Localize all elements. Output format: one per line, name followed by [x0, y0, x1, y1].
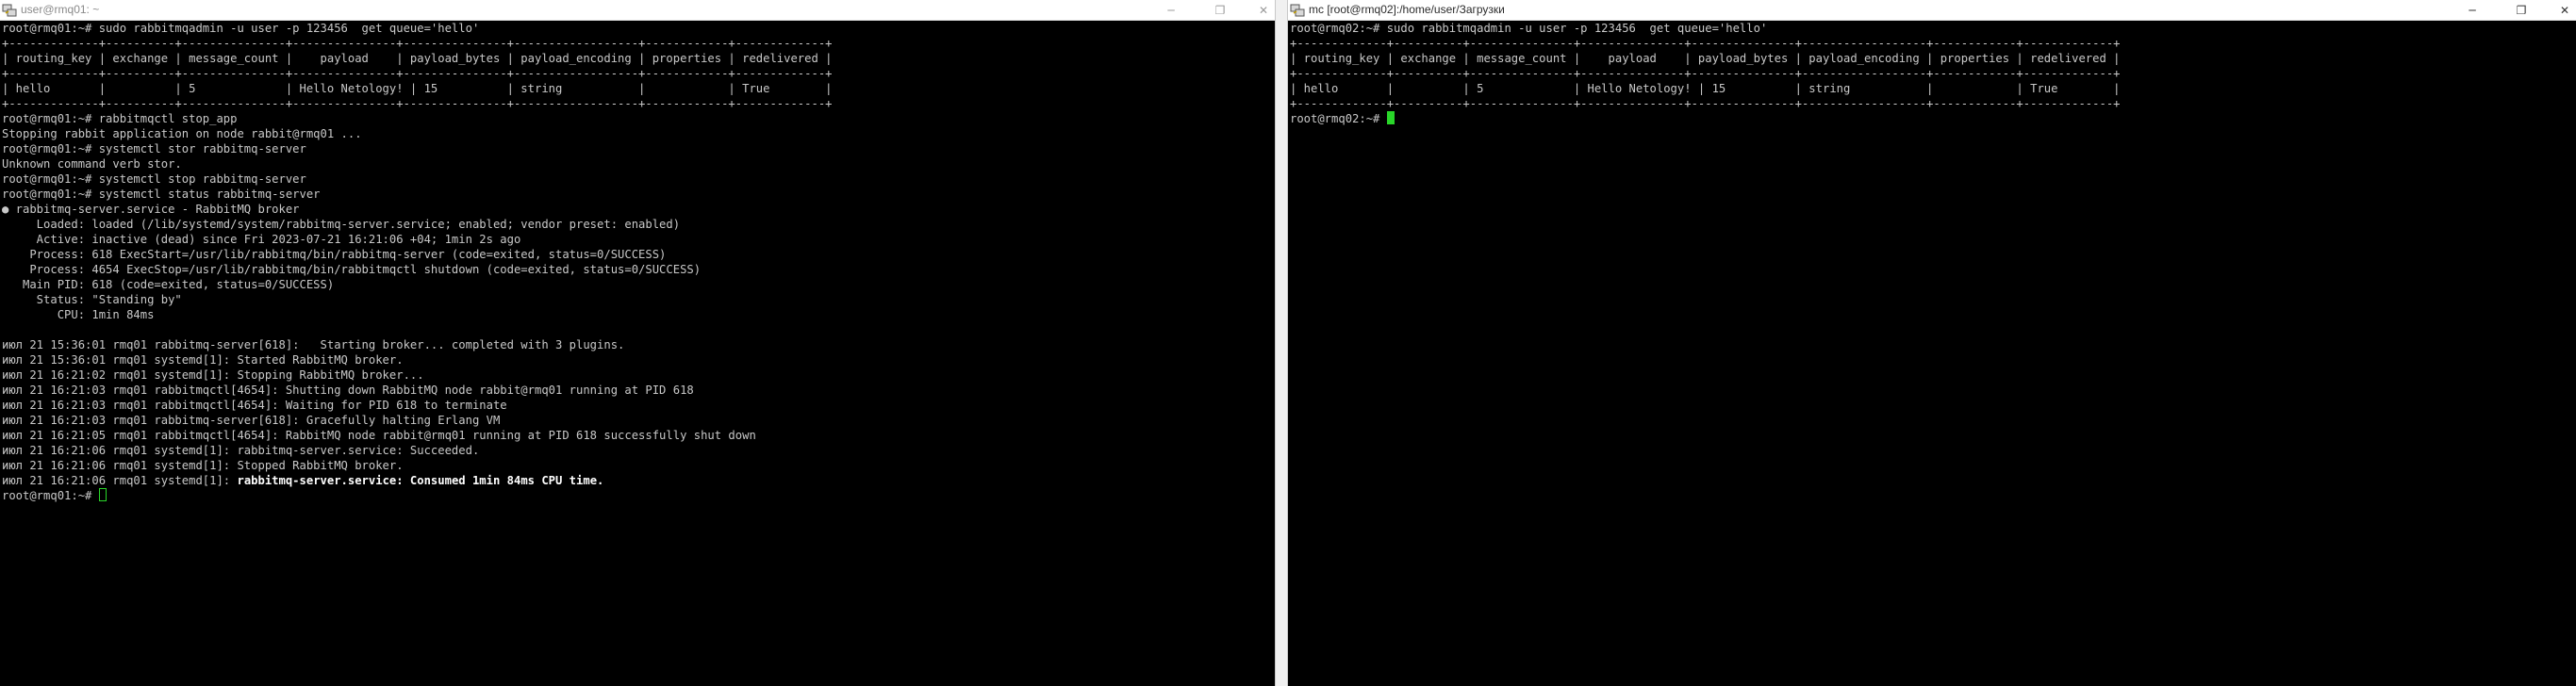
cursor — [98, 488, 107, 501]
terminal-line: июл 21 16:21:06 rmq01 systemd[1]: Stoppe… — [2, 459, 404, 472]
terminal-line: root@rmq02:~# sudo rabbitmqadmin -u user… — [1290, 22, 1768, 35]
terminal-output[interactable]: root@rmq01:~# sudo rabbitmqadmin -u user… — [0, 21, 1275, 686]
terminal-output[interactable]: root@rmq02:~# sudo rabbitmqadmin -u user… — [1288, 21, 2576, 686]
prompt: root@rmq02:~# — [1290, 112, 1387, 125]
maximize-button[interactable]: ❐ — [2508, 0, 2535, 21]
minimize-button[interactable]: ─ — [1158, 0, 1184, 21]
window-title: user@rmq01: ~ — [21, 3, 100, 16]
terminal-line: +-------------+----------+--------------… — [2, 37, 833, 50]
terminal-line: root@rmq01:~# systemctl stop rabbitmq-se… — [2, 172, 306, 186]
terminal-line: июл 21 16:21:06 rmq01 systemd[1]: rabbit… — [2, 444, 480, 457]
title-bar[interactable]: user@rmq01: ~ ─ ❐ ✕ — [0, 0, 1275, 21]
terminal-line: Active: inactive (dead) since Fri 2023-0… — [2, 233, 521, 246]
terminal-line: Loaded: loaded (/lib/systemd/system/rabb… — [2, 218, 681, 231]
terminal-line: +-------------+----------+--------------… — [1290, 37, 2121, 50]
terminal-line: CPU: 1min 84ms — [2, 308, 155, 321]
terminal-line: | hello | | 5 | Hello Netology! | 15 | s… — [2, 82, 833, 95]
terminal-line: +-------------+----------+--------------… — [1290, 67, 2121, 80]
putty-icon — [2, 4, 17, 17]
terminal-line: июл 21 16:21:06 rmq01 systemd[1]: rabbit… — [2, 473, 1275, 488]
close-button[interactable]: ✕ — [2551, 0, 2576, 21]
terminal-line: root@rmq01:~# rabbitmqctl stop_app — [2, 112, 238, 125]
close-button[interactable]: ✕ — [1250, 0, 1275, 21]
window-title: mc [root@rmq02]:/home/user/Загрузки — [1309, 3, 1505, 16]
log-highlight: rabbitmq-server.service: Consumed 1min 8… — [237, 474, 604, 487]
maximize-button[interactable]: ❐ — [1207, 0, 1233, 21]
terminal-line: июл 21 16:21:03 rmq01 rabbitmq-server[61… — [2, 414, 501, 427]
terminal-line: июл 21 16:21:02 rmq01 systemd[1]: Stoppi… — [2, 368, 424, 382]
terminal-line: июл 21 15:36:01 rmq01 systemd[1]: Starte… — [2, 353, 404, 367]
terminal-line: Process: 4654 ExecStop=/usr/lib/rabbitmq… — [2, 263, 702, 276]
terminal-line: Status: "Standing by" — [2, 293, 182, 306]
terminal-line: Unknown command verb stor. — [2, 157, 182, 171]
log-prefix: июл 21 16:21:06 rmq01 systemd[1]: — [2, 474, 238, 487]
prompt: root@rmq01:~# — [2, 489, 99, 502]
terminal-line: Stopping rabbit application on node rabb… — [2, 127, 362, 140]
terminal-line: ● rabbitmq-server.service - RabbitMQ bro… — [2, 203, 300, 216]
terminal-window-rmq02[interactable]: mc [root@rmq02]:/home/user/Загрузки ─ ❐ … — [1288, 0, 2576, 686]
terminal-line: июл 21 16:21:03 rmq01 rabbitmqctl[4654]:… — [2, 384, 694, 397]
terminal-window-rmq01[interactable]: user@rmq01: ~ ─ ❐ ✕ root@rmq01:~# sudo r… — [0, 0, 1275, 686]
minimize-button[interactable]: ─ — [2459, 0, 2485, 21]
title-bar[interactable]: mc [root@rmq02]:/home/user/Загрузки ─ ❐ … — [1288, 0, 2576, 21]
putty-icon — [1290, 4, 1305, 17]
terminal-line: +-------------+----------+--------------… — [2, 67, 833, 80]
cursor — [1386, 111, 1395, 124]
terminal-line: | routing_key | exchange | message_count… — [2, 52, 833, 65]
terminal-line: Main PID: 618 (code=exited, status=0/SUC… — [2, 278, 335, 291]
terminal-line: root@rmq01:~# systemctl stor rabbitmq-se… — [2, 142, 306, 155]
terminal-line: Process: 618 ExecStart=/usr/lib/rabbitmq… — [2, 248, 667, 261]
terminal-line: +-------------+----------+--------------… — [2, 97, 833, 110]
terminal-line: | routing_key | exchange | message_count… — [1290, 52, 2121, 65]
prompt-line[interactable]: root@rmq01:~# — [2, 488, 1275, 503]
terminal-line: +-------------+----------+--------------… — [1290, 97, 2121, 110]
terminal-line: root@rmq01:~# systemctl status rabbitmq-… — [2, 188, 321, 201]
prompt-line[interactable]: root@rmq02:~# — [1290, 111, 2576, 126]
terminal-line: июл 21 15:36:01 rmq01 rabbitmq-server[61… — [2, 338, 625, 351]
terminal-line: июл 21 16:21:03 rmq01 rabbitmqctl[4654]:… — [2, 399, 507, 412]
window-divider — [1275, 0, 1288, 686]
terminal-line: июл 21 16:21:05 rmq01 rabbitmqctl[4654]:… — [2, 429, 756, 442]
terminal-line: root@rmq01:~# sudo rabbitmqadmin -u user… — [2, 22, 480, 35]
terminal-line: | hello | | 5 | Hello Netology! | 15 | s… — [1290, 82, 2121, 95]
